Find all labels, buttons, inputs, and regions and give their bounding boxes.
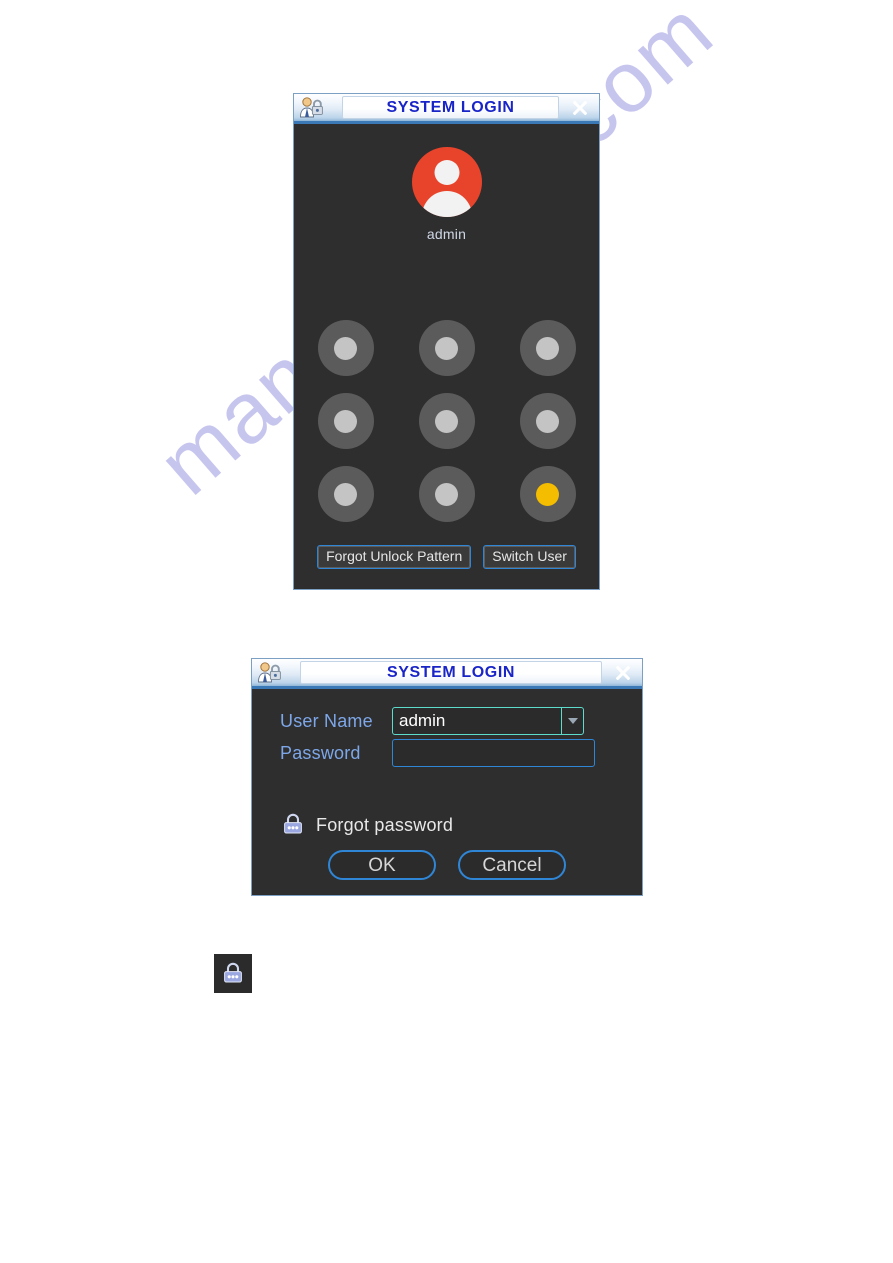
- forgot-password-link[interactable]: Forgot password: [280, 813, 453, 837]
- dialog-titlebar: SYSTEM LOGIN: [294, 94, 599, 124]
- pattern-node-8[interactable]: [418, 466, 475, 522]
- switch-user-button[interactable]: Switch User: [483, 544, 576, 569]
- dialog-title-plate: SYSTEM LOGIN: [300, 661, 602, 684]
- system-login-credentials-dialog: SYSTEM LOGIN User Name admin Password Fo: [251, 658, 643, 896]
- close-icon[interactable]: [565, 95, 595, 121]
- close-icon[interactable]: [608, 660, 638, 686]
- pattern-node-dot: [536, 482, 559, 506]
- pattern-node-dot: [435, 336, 458, 360]
- pattern-node-6[interactable]: [519, 393, 576, 449]
- user-lock-icon: [256, 661, 282, 685]
- system-login-pattern-dialog: SYSTEM LOGIN admin Forgot Unlock Pattern…: [293, 93, 600, 590]
- pattern-node-9[interactable]: [519, 466, 576, 522]
- forgot-unlock-pattern-button[interactable]: Forgot Unlock Pattern: [317, 544, 472, 569]
- dialog-title-plate: SYSTEM LOGIN: [342, 96, 559, 119]
- pattern-node-dot: [334, 409, 357, 433]
- password-row: Password: [252, 739, 595, 767]
- pattern-node-dot: [435, 482, 458, 506]
- username-value: admin: [399, 711, 446, 730]
- avatar-head: [434, 160, 459, 185]
- password-input[interactable]: [392, 739, 595, 767]
- avatar-block: admin: [294, 147, 599, 242]
- ok-button[interactable]: OK: [328, 850, 436, 880]
- page-title: SYSTEM LOGIN: [386, 98, 515, 116]
- user-lock-icon: [298, 96, 324, 120]
- dialog-titlebar: SYSTEM LOGIN: [252, 659, 642, 689]
- cancel-button[interactable]: Cancel: [458, 850, 566, 880]
- page-title: SYSTEM LOGIN: [386, 663, 516, 681]
- username-row: User Name admin: [252, 707, 584, 735]
- unlock-pattern-grid[interactable]: [317, 320, 576, 522]
- pattern-node-3[interactable]: [519, 320, 576, 376]
- forgot-password-label: Forgot password: [316, 814, 454, 835]
- avatar-username: admin: [426, 226, 467, 242]
- credentials-dialog-body: User Name admin Password Forgot password…: [252, 689, 642, 894]
- username-input[interactable]: admin: [392, 707, 584, 735]
- chevron-down-icon[interactable]: [561, 708, 583, 734]
- pattern-dialog-body: admin Forgot Unlock Pattern Switch User: [294, 124, 599, 588]
- pattern-node-dot: [536, 336, 559, 360]
- lock-icon: [284, 813, 302, 834]
- pattern-node-4[interactable]: [317, 393, 374, 449]
- credentials-dialog-actions: OK Cancel: [252, 850, 642, 880]
- username-label: User Name: [280, 710, 373, 731]
- avatar-shoulders: [421, 191, 472, 217]
- pattern-node-dot: [334, 482, 357, 506]
- pattern-node-dot: [435, 409, 458, 433]
- user-avatar-icon: [411, 147, 482, 217]
- pattern-node-dot: [334, 336, 357, 360]
- pattern-node-2[interactable]: [418, 320, 475, 376]
- pattern-node-7[interactable]: [317, 466, 374, 522]
- pattern-dialog-actions: Forgot Unlock Pattern Switch User: [294, 544, 599, 569]
- lock-icon-tile: [214, 954, 252, 993]
- lock-icon: [224, 962, 242, 982]
- pattern-node-1[interactable]: [317, 320, 374, 376]
- pattern-node-dot: [536, 409, 559, 433]
- password-label: Password: [280, 742, 361, 763]
- pattern-node-5[interactable]: [418, 393, 475, 449]
